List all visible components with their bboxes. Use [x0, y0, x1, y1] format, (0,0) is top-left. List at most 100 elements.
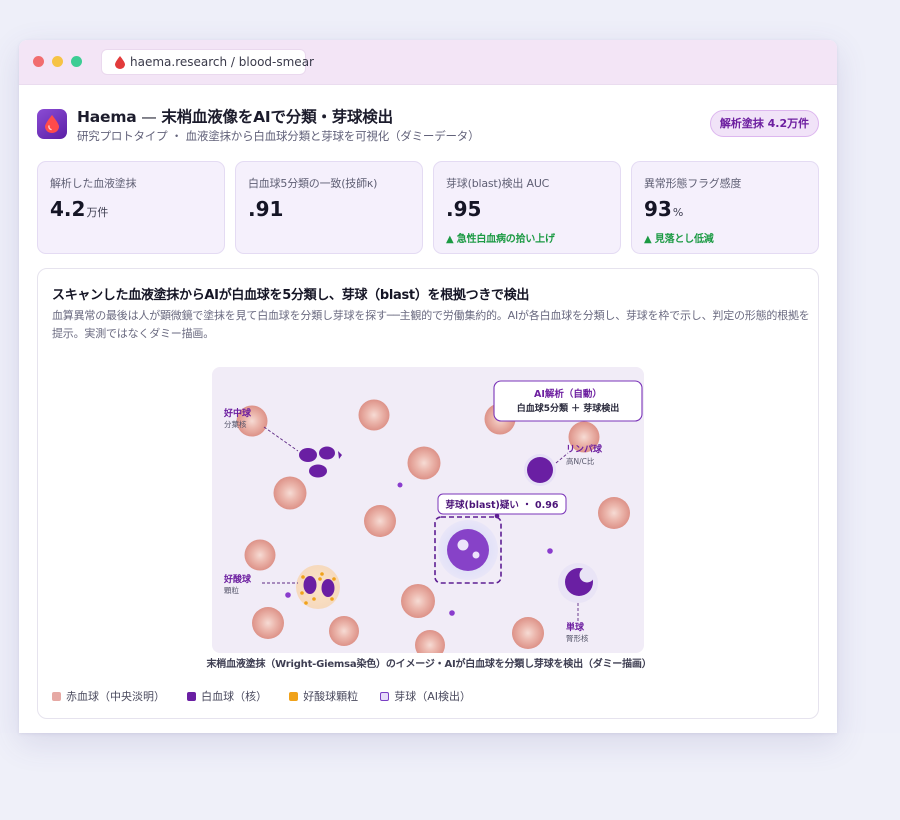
platelet [449, 610, 455, 616]
stat-label: 解析した血液塗抹 [50, 177, 137, 190]
stat-card-sensitivity: 異常形態フラグ感度 93% ▲ 見落とし低減 [631, 161, 819, 254]
legend-item-blast: 芽球（AI検出） [380, 690, 471, 704]
eosinophil-label: 好酸球 [223, 573, 252, 585]
smear-count-badge: 解析塗抹 4.2万件 [710, 110, 819, 137]
eosinophil-sublabel: 顆粒 [224, 585, 239, 595]
maximize-window-button[interactable] [71, 56, 82, 67]
eosinophil-granule [312, 597, 316, 601]
legend-item-eosinophil-granule: 好酸球顆粒 [289, 690, 358, 704]
page-background [0, 733, 900, 820]
blast-nucleus [447, 529, 489, 571]
lymphocyte-nucleus [527, 457, 553, 483]
smear-legend: 赤血球（中央淡明） 白血球（核） 好酸球顆粒 芽球（AI検出） [52, 690, 488, 706]
title-text: 末梢血液像をAIで分類・芽球検出 [161, 108, 393, 126]
eosinophil-granule [330, 597, 334, 601]
app-name: Haema [77, 108, 137, 126]
minimize-window-button[interactable] [52, 56, 63, 67]
legend-item-rbc: 赤血球（中央淡明） [52, 690, 165, 704]
stat-label: 芽球(blast)検出 AUC [446, 177, 550, 190]
legend-item-wbc: 白血球（核） [187, 690, 267, 704]
ai-box-frame [493, 380, 643, 422]
smear-caption: 末梢血液塗抹（Wright-Giemsa染色）のイメージ・AIが白血球を分類し芽… [206, 659, 652, 670]
blood-drop-icon [45, 115, 59, 133]
legend-swatch [52, 692, 61, 701]
stat-value: 4.2万件 [50, 197, 108, 221]
stat-number: .95 [446, 197, 482, 221]
stat-value: .91 [248, 197, 284, 221]
smear-panel: スキャンした血液塗抹からAIが白血球を5分類し、芽球（blast）を根拠つきで検… [37, 268, 819, 719]
legend-label: 赤血球（中央淡明） [66, 690, 165, 703]
address-bar[interactable]: haema.research / blood-smear [101, 49, 314, 75]
blast-nucleolus [457, 539, 469, 551]
platelet [285, 592, 291, 598]
nucleus-lobe [299, 448, 317, 462]
url-text: haema.research / blood-smear [130, 55, 314, 69]
stat-value: .95 [446, 197, 482, 221]
panel-title: スキャンした血液塗抹からAIが白血球を5分類し、芽球（blast）を根拠つきで検… [52, 288, 530, 303]
stat-label: 異常形態フラグ感度 [644, 177, 742, 190]
eosinophil-granule [318, 577, 322, 581]
eosinophil-granule [332, 577, 336, 581]
page-title: Haema — 末梢血液像をAIで分類・芽球検出 [77, 105, 393, 127]
eosinophil-granule [301, 575, 305, 579]
eosinophil-granule [300, 591, 304, 595]
nucleus-lobe [319, 446, 335, 460]
rbc-cell [407, 446, 441, 480]
rbc-cell [364, 505, 396, 537]
stat-delta: ▲ 見落とし低減 [644, 234, 714, 245]
nucleus-lobe [303, 576, 317, 594]
monocyte-sublabel: 腎形核 [566, 633, 589, 643]
legend-swatch [187, 692, 197, 701]
neutrophil-sublabel: 分葉核 [224, 419, 247, 429]
close-window-button[interactable] [33, 56, 44, 67]
stat-number: 4.2 [50, 197, 86, 221]
nucleus-lobe [321, 579, 335, 597]
stat-delta: ▲ 急性白血病の拾い上げ [446, 234, 555, 245]
monocyte-label: 単球 [566, 621, 585, 633]
lymphocyte-label: リンパ球 [566, 443, 603, 455]
stat-unit: 万件 [86, 206, 109, 219]
platelet [397, 482, 403, 488]
stat-number: .91 [248, 197, 284, 221]
rbc-cell [401, 584, 435, 618]
neutrophil-label: 好中球 [223, 407, 252, 419]
rbc-cell [598, 497, 630, 529]
stat-unit: % [672, 206, 684, 219]
rbc-cell [512, 617, 544, 649]
stat-label: 白血球5分類の一致(技師κ) [248, 177, 378, 190]
eosinophil-granule [304, 601, 308, 605]
panel-description: 血算異常の最後は人が顕微鏡で塗抹を見て白血球を分類し芽球を探す──主観的で労働集… [52, 309, 810, 340]
rbc-cell [244, 539, 276, 571]
legend-label: 好酸球顆粒 [303, 690, 359, 703]
blast-nucleolus [472, 551, 480, 559]
ai-box-subtitle: 白血球5分類 ＋ 芽球検出 [517, 402, 620, 414]
ai-box-title: AI解析（自動） [534, 388, 602, 400]
app-logo [37, 109, 67, 139]
rbc-cell [358, 399, 390, 431]
title-separator: — [136, 108, 162, 126]
stat-value: 93% [644, 197, 683, 221]
rbc-cell [329, 616, 359, 646]
blood-drop-icon [115, 56, 125, 69]
blast-label: 芽球(blast)疑い ・ 0.96 [446, 499, 559, 511]
rbc-cell [273, 476, 307, 510]
legend-label: 芽球（AI検出） [394, 690, 472, 703]
stat-card-kappa: 白血球5分類の一致(技師κ) .91 [235, 161, 423, 254]
rbc-cell [252, 607, 284, 639]
page-subtitle: 研究プロトタイプ ・ 血液塗抹から白血球分類と芽球を可視化（ダミーデータ） [77, 129, 480, 143]
stat-number: 93 [644, 197, 672, 221]
ai-analysis-box: AI解析（自動） 白血球5分類 ＋ 芽球検出 [493, 380, 643, 422]
blast-anchor-dot [494, 513, 500, 519]
lymphocyte-sublabel: 高N/C比 [566, 456, 595, 466]
eosinophil-granule [320, 572, 324, 576]
stat-card-smears: 解析した血液塗抹 4.2万件 [37, 161, 225, 254]
legend-label: 白血球（核） [201, 690, 268, 703]
nucleus-lobe [309, 464, 327, 478]
browser-titlebar: haema.research / blood-smear [19, 40, 837, 85]
monocyte-nucleus-notch [579, 567, 595, 583]
blood-smear-illustration: 芽球(blast)疑い ・ 0.96 AI解析（自動） 白血球5分類 ＋ 芽球検… [212, 367, 644, 653]
legend-swatch [380, 692, 390, 701]
legend-swatch [289, 692, 299, 701]
platelet [547, 548, 553, 554]
browser-window: haema.research / blood-smear Haema — 末梢血… [19, 40, 837, 733]
